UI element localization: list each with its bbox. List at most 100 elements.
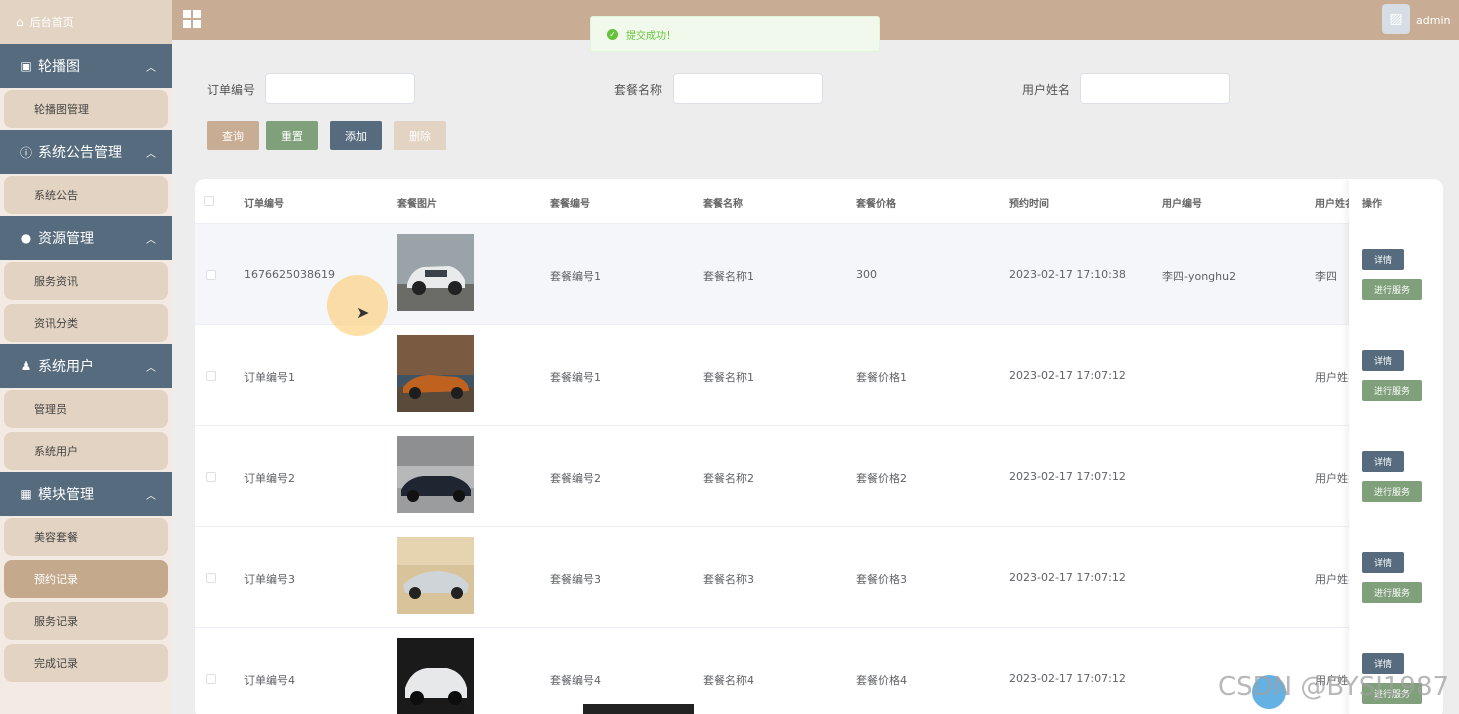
package-price: 套餐价格2 xyxy=(856,472,907,485)
reset-button[interactable]: 重置 xyxy=(266,121,318,150)
detail-button[interactable]: 详情 xyxy=(1362,451,1404,472)
package-image xyxy=(397,234,474,311)
package-name-input[interactable] xyxy=(673,73,823,104)
operation-column: 操作 详情 进行服务 详情 进行服务 详情 进行服务 详情 进行服务 详情 进行… xyxy=(1349,179,1443,714)
sidebar-item-label: 美容套餐 xyxy=(4,518,168,556)
chevron-up-icon: ︿ xyxy=(146,234,156,246)
select-all-checkbox[interactable] xyxy=(204,196,214,206)
group-title: 系统用户 xyxy=(38,359,94,375)
sidebar-item-label: 资讯分类 xyxy=(4,304,168,342)
sidebar-item-label: 管理员 xyxy=(4,390,168,428)
chevron-up-icon: ︿ xyxy=(146,490,156,502)
table-row[interactable]: 订单编号2 套餐编号2 套餐名称2 套餐价格2 2023-02-17 17:07… xyxy=(195,425,1443,526)
add-button[interactable]: 添加 xyxy=(330,121,382,150)
sidebar-group-notice[interactable]: ⓘ 系统公告管理 ︿ xyxy=(0,130,172,174)
start-service-button[interactable]: 进行服务 xyxy=(1362,481,1422,502)
sidebar-group-module[interactable]: ▦ 模块管理 ︿ xyxy=(0,472,172,516)
sidebar-item-label: 预约记录 xyxy=(4,560,168,598)
image-icon: ▣ xyxy=(20,59,32,73)
package-name: 套餐名称1 xyxy=(703,270,754,283)
username[interactable]: admin xyxy=(1416,14,1450,27)
chevron-up-icon: ︿ xyxy=(146,62,156,74)
chevron-up-icon: ︿ xyxy=(146,362,156,374)
package-no: 套餐编号2 xyxy=(550,472,601,485)
order-no: 订单编号4 xyxy=(244,674,295,687)
toast-message: 提交成功！ xyxy=(626,30,676,42)
package-image xyxy=(397,638,474,714)
sidebar-item-system-user[interactable]: 系统用户 xyxy=(0,430,172,472)
sidebar-item-complete[interactable]: 完成记录 xyxy=(0,642,172,684)
package-name: 套餐名称4 xyxy=(703,674,754,687)
order-no: 订单编号1 xyxy=(244,371,295,384)
detail-button[interactable]: 详情 xyxy=(1362,350,1404,371)
reservation-table: 订单编号 套餐图片 套餐编号 套餐名称 套餐价格 预约时间 用户编号 用户姓名 … xyxy=(195,179,1443,714)
sidebar-item-label: 系统公告 xyxy=(4,176,168,214)
recording-bar xyxy=(583,704,694,714)
start-service-button[interactable]: 进行服务 xyxy=(1362,380,1422,401)
sidebar-home[interactable]: ⌂ 后台首页 xyxy=(0,0,172,44)
package-image xyxy=(397,436,474,513)
delete-button[interactable]: 删除 xyxy=(394,121,446,150)
package-no: 套餐编号1 xyxy=(550,270,601,283)
detail-button[interactable]: 详情 xyxy=(1362,249,1404,270)
group-title: 资源管理 xyxy=(38,231,94,247)
sidebar-item-carousel-manage[interactable]: 轮播图管理 xyxy=(0,88,172,130)
home-icon: ⌂ xyxy=(16,15,24,29)
group-title: 模块管理 xyxy=(38,487,94,503)
row-checkbox[interactable] xyxy=(206,270,216,280)
sidebar-home-label: 后台首页 xyxy=(29,16,74,29)
sidebar-item-service[interactable]: 服务记录 xyxy=(0,600,172,642)
row-checkbox[interactable] xyxy=(206,573,216,583)
col-order-no: 订单编号 xyxy=(244,199,284,210)
detail-button[interactable]: 详情 xyxy=(1362,552,1404,573)
row-checkbox[interactable] xyxy=(206,472,216,482)
table-row[interactable]: 订单编号1 套餐编号1 套餐名称1 套餐价格1 2023-02-17 17:07… xyxy=(195,324,1443,425)
order-no: 订单编号3 xyxy=(244,573,295,586)
col-package-no: 套餐编号 xyxy=(550,199,590,210)
success-toast: ✓ 提交成功！ xyxy=(590,16,880,52)
row-checkbox[interactable] xyxy=(206,371,216,381)
col-operation: 操作 xyxy=(1362,199,1382,210)
sidebar-item-news-category[interactable]: 资讯分类 xyxy=(0,302,172,344)
package-name: 套餐名称3 xyxy=(703,573,754,586)
package-no: 套餐编号3 xyxy=(550,573,601,586)
package-image xyxy=(397,537,474,614)
order-no: 订单编号2 xyxy=(244,472,295,485)
reserve-time: 2023-02-17 17:10:38 xyxy=(1009,268,1126,281)
sidebar-item-news[interactable]: 服务资讯 xyxy=(0,260,172,302)
user-name-input[interactable] xyxy=(1080,73,1230,104)
order-no-label: 订单编号 xyxy=(207,83,256,97)
user-no: 李四-yonghu2 xyxy=(1162,270,1237,283)
avatar[interactable]: ▨ xyxy=(1382,4,1410,34)
sidebar-item-notice[interactable]: 系统公告 xyxy=(0,174,172,216)
chevron-up-icon: ︿ xyxy=(146,148,156,160)
sidebar-group-carousel[interactable]: ▣ 轮播图 ︿ xyxy=(0,44,172,88)
sidebar-item-reservation[interactable]: 预约记录 xyxy=(0,558,172,600)
package-name-label: 套餐名称 xyxy=(614,83,663,97)
sidebar-group-resource[interactable]: ● 资源管理 ︿ xyxy=(0,216,172,260)
sidebar-item-label: 服务资讯 xyxy=(4,262,168,300)
check-circle-icon: ✓ xyxy=(607,28,618,40)
order-no-input[interactable] xyxy=(265,73,415,104)
sidebar-group-users[interactable]: ♟ 系统用户 ︿ xyxy=(0,344,172,388)
user-name: 李四 xyxy=(1315,270,1337,283)
row-checkbox[interactable] xyxy=(206,674,216,684)
reserve-time: 2023-02-17 17:07:12 xyxy=(1009,470,1126,483)
mouse-cursor-icon: ➤ xyxy=(356,303,370,322)
start-service-button[interactable]: 进行服务 xyxy=(1362,279,1422,300)
reserve-time: 2023-02-17 17:07:12 xyxy=(1009,672,1126,685)
watermark: CSDN @BYSJ1987 xyxy=(1218,672,1450,702)
start-service-button[interactable]: 进行服务 xyxy=(1362,582,1422,603)
sidebar-item-label: 完成记录 xyxy=(4,644,168,682)
query-button[interactable]: 查询 xyxy=(207,121,259,150)
package-no: 套餐编号4 xyxy=(550,674,601,687)
detail-button[interactable]: 详情 xyxy=(1362,653,1404,674)
menu-toggle-icon[interactable] xyxy=(183,10,201,28)
reserve-time: 2023-02-17 17:07:12 xyxy=(1009,369,1126,382)
table-header: 订单编号 套餐图片 套餐编号 套餐名称 套餐价格 预约时间 用户编号 用户姓名 xyxy=(195,179,1443,223)
sidebar-item-admin[interactable]: 管理员 xyxy=(0,388,172,430)
user-icon: ♟ xyxy=(20,359,32,373)
col-user-no: 用户编号 xyxy=(1162,199,1202,210)
sidebar-item-package[interactable]: 美容套餐 xyxy=(0,516,172,558)
table-row[interactable]: 订单编号3 套餐编号3 套餐名称3 套餐价格3 2023-02-17 17:07… xyxy=(195,526,1443,627)
